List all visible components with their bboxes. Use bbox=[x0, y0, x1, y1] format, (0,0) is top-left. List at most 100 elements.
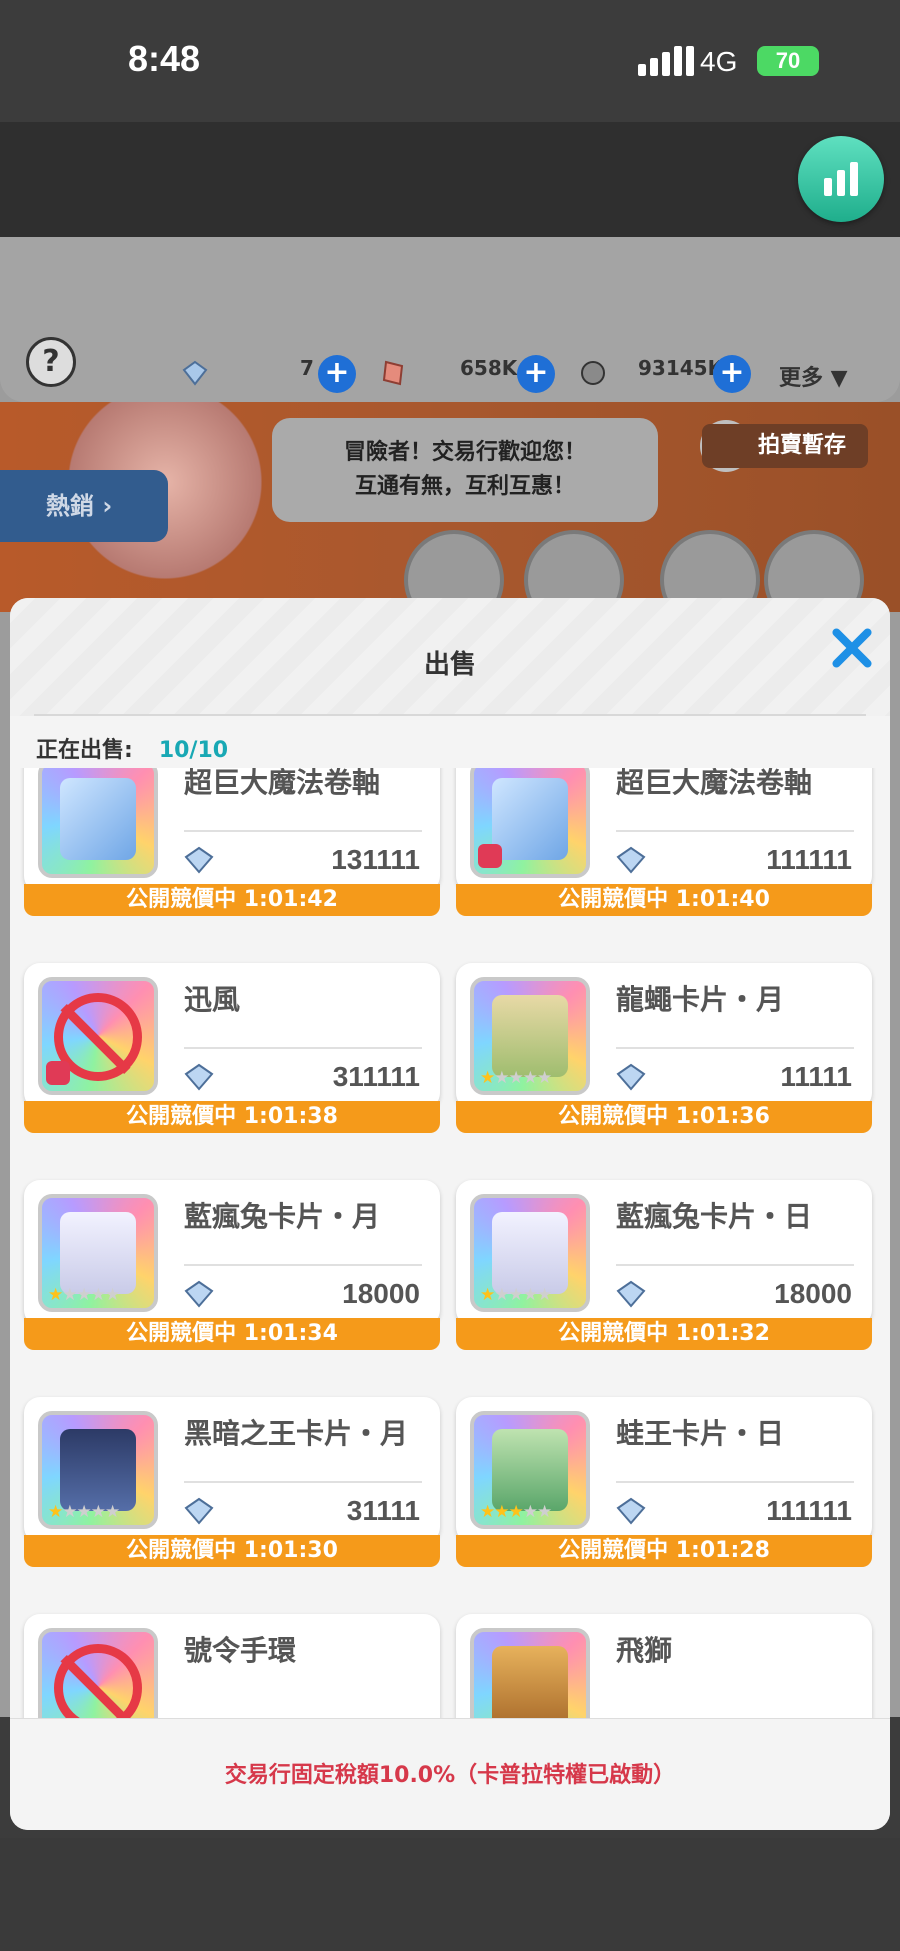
diamond-icon bbox=[616, 1280, 646, 1308]
status-bar: 8:48 4G 70 bbox=[0, 0, 900, 122]
zeny-coin-icon bbox=[581, 361, 605, 385]
currency-bar bbox=[0, 237, 900, 402]
header-divider bbox=[34, 714, 866, 716]
item-art bbox=[492, 1429, 568, 1511]
star-rating: ★★★★★ bbox=[48, 1502, 120, 1522]
tax-notice: 交易行固定稅額10.0%（卡普拉特權已啟動） bbox=[224, 1763, 676, 1788]
item-card-body: 超巨大魔法卷軸 131111 bbox=[24, 768, 440, 892]
app-header bbox=[0, 122, 900, 237]
item-thumbnail bbox=[38, 768, 158, 878]
item-price: 311111 bbox=[332, 1061, 420, 1092]
item-thumbnail: ★★★★★ bbox=[470, 1411, 590, 1529]
sell-item-card[interactable]: 迅風 311111 公開競價中 1:01:38 bbox=[24, 963, 440, 1133]
item-price: 111111 bbox=[766, 844, 852, 875]
item-price: 111111 bbox=[766, 1495, 852, 1526]
item-name: 龍蠅卡片・月 bbox=[616, 983, 785, 1016]
item-thumbnail bbox=[38, 1628, 158, 1718]
sell-dialog: 出售 正在出售: 10/10 超巨大魔法卷軸 131111 公開競價中 1:01:42… bbox=[10, 598, 890, 1830]
sell-item-card[interactable]: 號令手環 bbox=[24, 1614, 440, 1718]
sell-item-card[interactable]: 超巨大魔法卷軸 111111 公開競價中 1:01:40 bbox=[456, 768, 872, 916]
crystal-icon bbox=[382, 360, 404, 386]
item-name: 藍瘋兔卡片・月 bbox=[184, 1200, 381, 1233]
sell-item-card[interactable]: ★★★★★ 黑暗之王卡片・月 31111 公開競價中 1:01:30 bbox=[24, 1397, 440, 1567]
item-name: 藍瘋兔卡片・日 bbox=[616, 1200, 813, 1233]
item-price: 18000 bbox=[774, 1278, 852, 1309]
selling-count: 10/10 bbox=[158, 738, 229, 763]
add-diamond-button[interactable]: + bbox=[318, 355, 356, 393]
auction-storage-label: 拍賣暫存 bbox=[758, 433, 847, 458]
network-type: 4G bbox=[700, 46, 738, 77]
lock-icon bbox=[478, 844, 502, 868]
auction-timer: 公開競價中 1:01:42 bbox=[24, 884, 440, 916]
more-dropdown[interactable]: 更多 ▼ bbox=[779, 360, 848, 392]
close-button[interactable] bbox=[828, 624, 876, 672]
sell-item-card[interactable]: ★★★★★ 龍蠅卡片・月 11111 公開競價中 1:01:36 bbox=[456, 963, 872, 1133]
star-rating: ★★★★★ bbox=[480, 1285, 552, 1305]
item-name: 超巨大魔法卷軸 bbox=[184, 768, 381, 799]
item-art bbox=[60, 1429, 136, 1511]
item-art bbox=[60, 1212, 136, 1294]
item-divider bbox=[616, 830, 854, 832]
item-card-body: 超巨大魔法卷軸 111111 bbox=[456, 768, 872, 892]
lock-icon bbox=[46, 1061, 70, 1085]
item-price: 18000 bbox=[342, 1278, 420, 1309]
item-name: 號令手環 bbox=[184, 1634, 297, 1667]
bar-chart-icon-bar bbox=[850, 162, 858, 196]
zeny-count: 93145K bbox=[638, 356, 724, 380]
bar-chart-icon-bar bbox=[837, 170, 845, 196]
star-rating: ★★★★★ bbox=[480, 1068, 552, 1088]
item-card-body: 迅風 311111 bbox=[24, 963, 440, 1109]
item-card-body: 號令手環 bbox=[24, 1614, 440, 1718]
auction-timer: 公開競價中 1:01:36 bbox=[456, 1101, 872, 1133]
auction-timer: 公開競價中 1:01:34 bbox=[24, 1318, 440, 1350]
item-card-body: 飛獅 bbox=[456, 1614, 872, 1718]
sell-item-card[interactable]: ★★★★★ 蛙王卡片・日 111111 公開競價中 1:01:28 bbox=[456, 1397, 872, 1567]
sell-item-card[interactable]: ★★★★★ 藍瘋兔卡片・日 18000 公開競價中 1:01:32 bbox=[456, 1180, 872, 1350]
item-thumbnail: ★★★★★ bbox=[38, 1194, 158, 1312]
tax-notice-bar: 交易行固定稅額10.0%（卡普拉特權已啟動） bbox=[10, 1718, 890, 1830]
diamond-icon bbox=[616, 1497, 646, 1525]
auction-timer: 公開競價中 1:01:38 bbox=[24, 1101, 440, 1133]
item-card-body: ★★★★★ 蛙王卡片・日 111111 bbox=[456, 1397, 872, 1543]
help-button[interactable]: ? bbox=[26, 337, 76, 387]
auction-storage-button[interactable]: 拍賣暫存 bbox=[702, 424, 868, 468]
sell-item-card[interactable]: 飛獅 bbox=[456, 1614, 872, 1718]
bottom-bar bbox=[0, 1838, 900, 1951]
item-divider bbox=[616, 1481, 854, 1483]
diamond-icon bbox=[184, 846, 214, 874]
selling-label: 正在出售: bbox=[36, 738, 133, 763]
star-rating: ★★★★★ bbox=[48, 1285, 120, 1305]
item-divider bbox=[616, 1264, 854, 1266]
sell-list[interactable]: 超巨大魔法卷軸 131111 公開競價中 1:01:42 超巨大魔法卷軸 111111 公… bbox=[10, 768, 890, 1718]
item-name: 蛙王卡片・日 bbox=[616, 1417, 785, 1450]
sell-item-card[interactable]: 超巨大魔法卷軸 131111 公開競價中 1:01:42 bbox=[24, 768, 440, 916]
diamond-icon bbox=[184, 1497, 214, 1525]
item-name: 迅風 bbox=[184, 983, 241, 1016]
item-art bbox=[492, 778, 568, 860]
diamond-icon bbox=[184, 1063, 214, 1091]
item-art bbox=[492, 995, 568, 1077]
item-divider bbox=[616, 1047, 854, 1049]
add-zeny-button[interactable]: + bbox=[713, 355, 751, 393]
item-name: 超巨大魔法卷軸 bbox=[616, 768, 813, 799]
auction-timer: 公開競價中 1:01:30 bbox=[24, 1535, 440, 1567]
item-thumbnail: ★★★★★ bbox=[38, 1411, 158, 1529]
sell-item-card[interactable]: ★★★★★ 藍瘋兔卡片・月 18000 公開競價中 1:01:34 bbox=[24, 1180, 440, 1350]
item-divider bbox=[184, 1047, 422, 1049]
add-crystal-button[interactable]: + bbox=[517, 355, 555, 393]
item-card-body: ★★★★★ 龍蠅卡片・月 11111 bbox=[456, 963, 872, 1109]
item-art bbox=[492, 1212, 568, 1294]
item-thumbnail bbox=[470, 768, 590, 878]
auction-timer: 公開競價中 1:01:28 bbox=[456, 1535, 872, 1567]
item-price: 11111 bbox=[780, 1061, 852, 1092]
clock: 8:48 bbox=[128, 38, 201, 79]
npc-speech-text: 冒險者！交易行歡迎您！ 互通有無，互利互惠！ bbox=[343, 440, 586, 499]
hot-sale-tab[interactable]: 熱銷 › bbox=[0, 470, 168, 542]
item-divider bbox=[184, 830, 422, 832]
item-thumbnail bbox=[38, 977, 158, 1095]
diamond-count: 7 bbox=[300, 356, 314, 380]
forbidden-icon bbox=[54, 1644, 142, 1718]
item-divider bbox=[184, 1264, 422, 1266]
diamond-icon bbox=[182, 360, 208, 386]
stats-chart-button[interactable] bbox=[798, 136, 884, 222]
